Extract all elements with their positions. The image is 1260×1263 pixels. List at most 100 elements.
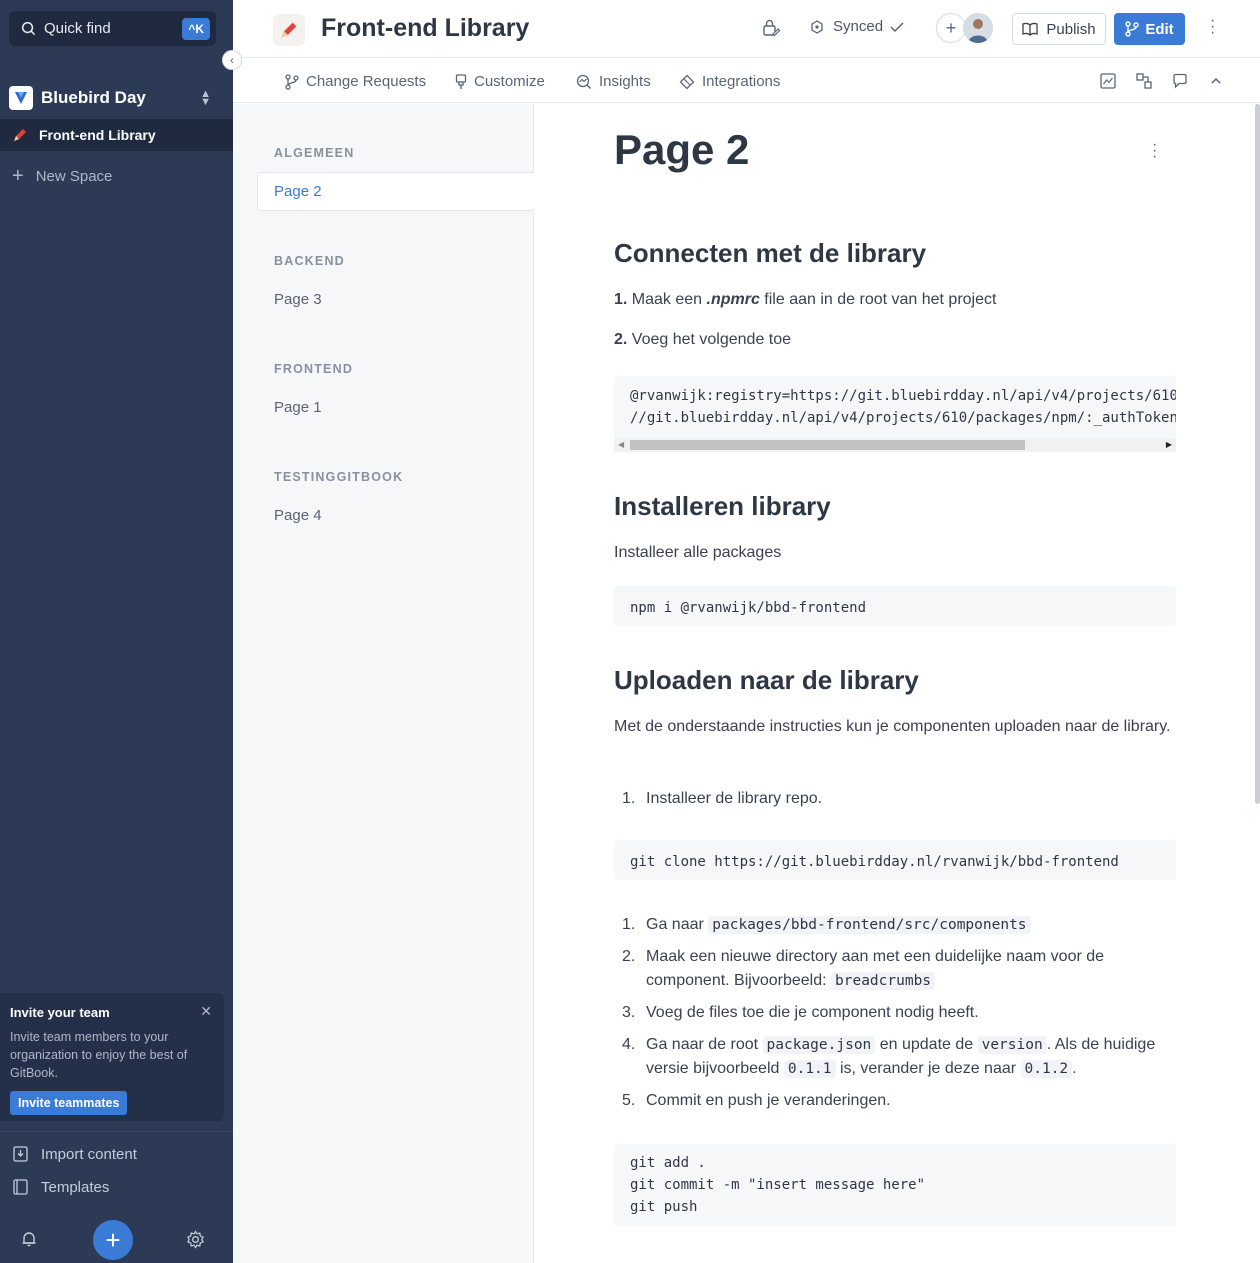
tab-label: Change Requests xyxy=(306,73,427,90)
git-sync-icon xyxy=(811,19,823,34)
plus-icon: + xyxy=(12,164,24,187)
inline-code: breadcrumbs xyxy=(831,972,936,990)
sidebar: Quick find ^K Bluebird Day ▲ ▼ Front-end … xyxy=(0,0,233,1263)
list-item: 2. Maak een nieuwe directory aan met een… xyxy=(614,945,1176,993)
chevron-updown-icon[interactable]: ▲ ▼ xyxy=(200,89,211,108)
history-icon[interactable] xyxy=(1100,73,1116,94)
upload-list-2: 1. Ga naar packages/bbd-frontend/src/com… xyxy=(614,913,1176,1121)
tab-change-requests[interactable]: Change Requests xyxy=(285,73,426,90)
diagram-icon[interactable] xyxy=(1136,73,1152,94)
page-navigation: ALGEMEEN Page 2 BACKEND Page 3 FRONTEND … xyxy=(233,104,534,1263)
edit-label: Edit xyxy=(1145,20,1174,38)
invite-title: Invite your team xyxy=(10,1005,110,1020)
tab-customize[interactable]: Customize xyxy=(455,73,545,90)
step-text: file aan in de root van het project xyxy=(759,291,997,308)
import-icon xyxy=(12,1146,28,1162)
edit-button[interactable]: Edit xyxy=(1114,13,1185,45)
sidebar-item-front-end-library[interactable]: Front-end Library xyxy=(0,119,233,151)
collapse-sidebar-button[interactable]: ‹ xyxy=(222,50,242,70)
vertical-scrollbar[interactable] xyxy=(1255,104,1260,804)
header: Front-end Library Synced + Publish Edit … xyxy=(233,0,1260,58)
lock-edit-icon[interactable] xyxy=(761,18,781,43)
avatar[interactable] xyxy=(963,13,993,43)
horizontal-scrollbar[interactable]: ◀ ▶ xyxy=(614,438,1176,452)
add-collaborator-button[interactable]: + xyxy=(936,13,966,43)
add-button[interactable]: + xyxy=(93,1220,133,1260)
step-text: Maak een xyxy=(631,291,707,308)
heading-install: Installeren library xyxy=(614,491,831,521)
tab-integrations[interactable]: Integrations xyxy=(679,73,780,90)
templates-link[interactable]: Templates xyxy=(0,1173,233,1201)
org-logo xyxy=(9,86,33,110)
heading-upload: Uploaden naar de library xyxy=(614,665,919,695)
nav-item-page-1[interactable]: Page 1 xyxy=(274,399,322,416)
nav-item-page-3[interactable]: Page 3 xyxy=(274,291,322,308)
space-title[interactable]: Front-end Library xyxy=(321,14,529,43)
sync-status[interactable]: Synced xyxy=(809,18,904,35)
install-text: Installeer alle packages xyxy=(614,544,782,561)
tab-label: Insights xyxy=(599,73,651,90)
space-emoji[interactable] xyxy=(273,14,305,46)
inline-code: 0.1.2 xyxy=(1020,1060,1073,1078)
scroll-right-arrow[interactable]: ▶ xyxy=(1166,440,1172,449)
org-name: Bluebird Day xyxy=(41,88,146,107)
list-number: 1. xyxy=(622,790,636,807)
code-block-npmrc[interactable]: @rvanwijk:registry=https://git.bluebirdd… xyxy=(614,376,1176,438)
tab-insights[interactable]: Insights xyxy=(576,73,651,90)
inline-code: version xyxy=(977,1036,1047,1054)
invite-card: Invite your team ✕ Invite team members t… xyxy=(0,993,224,1121)
scroll-thumb[interactable] xyxy=(630,440,1025,450)
comment-icon[interactable] xyxy=(1172,73,1188,94)
brush-icon xyxy=(455,73,467,90)
code-block-clone[interactable]: git clone https://git.bluebirdday.nl/rva… xyxy=(614,840,1176,880)
invite-teammates-button[interactable]: Invite teammates xyxy=(10,1091,128,1115)
quick-find-label: Quick find xyxy=(44,20,111,37)
org-switcher[interactable]: Bluebird Day ▲ ▼ xyxy=(0,82,233,114)
scroll-left-arrow[interactable]: ◀ xyxy=(618,440,624,449)
bell-icon[interactable] xyxy=(20,1230,38,1253)
list-item: 3. Voeg de files toe die je component no… xyxy=(614,1001,1176,1025)
gear-icon[interactable] xyxy=(186,1230,205,1254)
page-content: Page 2 · · · Connecten met de library 1. M… xyxy=(534,104,1260,1263)
chevron-up-icon[interactable] xyxy=(1209,73,1223,94)
close-icon[interactable]: ✕ xyxy=(200,1003,212,1020)
list-text: Ga naar de root package.json en update d… xyxy=(646,1036,1156,1078)
pencil-icon xyxy=(14,129,26,141)
step-text: Voeg het volgende toe xyxy=(627,331,792,348)
branch-icon xyxy=(1125,21,1140,37)
check-icon xyxy=(890,21,904,32)
list-number: 2. xyxy=(622,948,636,965)
list-text: Voeg de files toe die je component nodig… xyxy=(646,1004,979,1021)
step-2: 2. Voeg het volgende toe xyxy=(614,328,1176,352)
page-options-icon[interactable]: · · · xyxy=(1152,137,1157,165)
nav-item-label: Page 2 xyxy=(274,183,322,200)
inline-code: packages/bbd-frontend/src/components xyxy=(708,916,1031,934)
nav-group-title: FRONTEND xyxy=(274,362,354,376)
space-tabs: Change Requests Customize Insights Integ… xyxy=(233,59,1260,103)
quick-find-button[interactable]: Quick find ^K xyxy=(9,11,216,46)
nav-item-page-2[interactable]: Page 2 xyxy=(257,172,534,211)
book-icon xyxy=(1022,22,1039,36)
inline-code: package.json xyxy=(762,1036,876,1054)
list-item: 1. Installeer de library repo. xyxy=(614,787,1176,811)
list-item: 5. Commit en push je veranderingen. xyxy=(614,1089,1176,1113)
more-options-icon[interactable]: · · · xyxy=(1210,13,1215,41)
invite-description: Invite team members to your organization… xyxy=(10,1030,188,1080)
list-text: Maak een nieuwe directory aan met een du… xyxy=(646,948,1105,990)
nav-group-title: ALGEMEEN xyxy=(274,146,355,160)
publish-button[interactable]: Publish xyxy=(1012,13,1106,45)
list-number: 1. xyxy=(622,916,636,933)
new-space-label: New Space xyxy=(35,167,113,185)
nav-group-title: BACKEND xyxy=(274,254,345,268)
step-number: 1. xyxy=(614,291,628,308)
code-block-install[interactable]: npm i @rvanwijk/bbd-frontend xyxy=(614,586,1176,626)
list-item: 4. Ga naar de root package.json en updat… xyxy=(614,1033,1176,1081)
nav-item-page-4[interactable]: Page 4 xyxy=(274,507,322,524)
step-1: 1. Maak een .npmrc file aan in de root v… xyxy=(614,288,1176,312)
inline-code: 0.1.1 xyxy=(783,1060,836,1078)
sidebar-bottom-bar: + xyxy=(0,1218,233,1263)
upload-intro: Met de onderstaande instructies kun je c… xyxy=(614,718,1171,735)
code-block-commit[interactable]: git add . git commit -m "insert message … xyxy=(614,1144,1176,1226)
import-content-link[interactable]: Import content xyxy=(0,1140,233,1168)
new-space-button[interactable]: + New Space xyxy=(0,160,233,192)
